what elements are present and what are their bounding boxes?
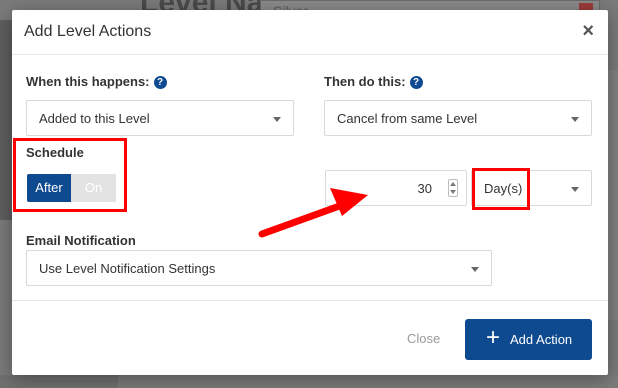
stepper-icon[interactable] — [448, 179, 458, 197]
then-select-value: Cancel from same Level — [337, 111, 478, 126]
caret-down-icon — [571, 187, 579, 192]
schedule-amount-value: 30 — [417, 181, 432, 196]
close-button[interactable]: Close — [407, 331, 440, 346]
then-select[interactable]: Cancel from same Level — [324, 100, 592, 136]
background-right-panel — [608, 70, 618, 320]
modal-header: Add Level Actions × — [12, 10, 608, 55]
modal-title: Add Level Actions — [24, 23, 152, 40]
when-select-value: Added to this Level — [39, 111, 150, 126]
email-select[interactable]: Use Level Notification Settings — [26, 250, 492, 286]
email-label: Email Notification — [26, 233, 136, 248]
email-select-value: Use Level Notification Settings — [39, 261, 216, 276]
stepper-down-icon[interactable] — [450, 190, 456, 194]
background-left-panel — [0, 20, 12, 220]
caret-down-icon — [273, 117, 281, 122]
help-icon[interactable]: ? — [409, 76, 423, 89]
when-label-row: When this happens:? — [26, 74, 167, 89]
help-icon[interactable]: ? — [153, 76, 167, 89]
close-icon[interactable]: × — [582, 20, 594, 43]
annotation-box-unit — [472, 168, 530, 210]
then-label-row: Then do this:? — [324, 74, 423, 89]
annotation-box-schedule — [13, 138, 127, 212]
schedule-amount-input[interactable]: 30 — [325, 170, 467, 206]
footer-divider — [12, 300, 608, 301]
plus-icon: + — [486, 324, 501, 351]
when-select[interactable]: Added to this Level — [26, 100, 294, 136]
then-label: Then do this: — [324, 74, 406, 89]
add-action-button[interactable]: + Add Action — [465, 319, 592, 360]
add-action-label: Add Action — [510, 332, 573, 347]
background-footer-inner — [118, 375, 618, 388]
when-label: When this happens: — [26, 74, 150, 89]
caret-down-icon — [571, 117, 579, 122]
caret-down-icon — [471, 267, 479, 272]
stepper-up-icon[interactable] — [450, 182, 456, 186]
